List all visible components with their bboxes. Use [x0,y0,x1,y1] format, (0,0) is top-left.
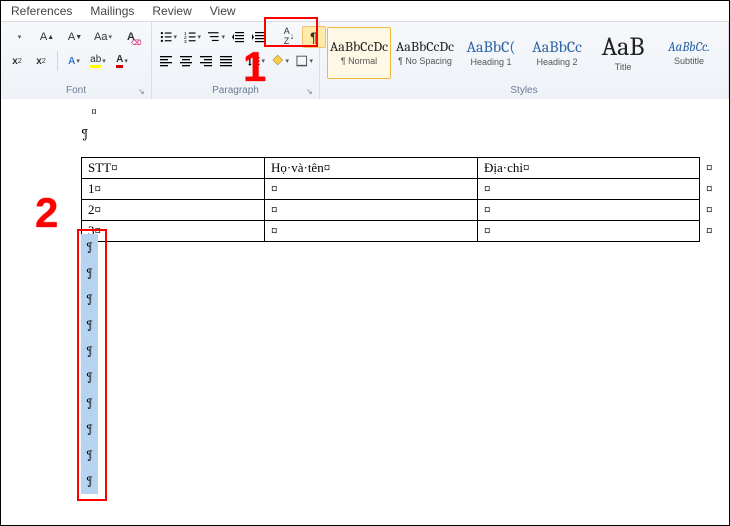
table-cell[interactable]: 1¤ [82,179,265,200]
tab-review[interactable]: Review [152,4,191,18]
font-size-dropdown[interactable] [7,26,31,48]
table-cell[interactable]: ¤ [478,221,700,242]
borders-button[interactable] [294,51,314,71]
font-dialog-launcher[interactable]: ↘ [138,87,148,97]
style-preview: AaBbCc [532,39,582,55]
table-header-cell[interactable]: Họ·và·tên¤ [265,158,478,179]
align-center-button[interactable] [178,51,194,71]
font-color-button[interactable]: A [112,51,132,71]
table-cell[interactable]: ¤ [478,200,700,221]
styles-gallery[interactable]: AaBbCcDc¶ NormalAaBbCcDc¶ No SpacingAaBb… [326,26,722,80]
pilcrow-mark: ¶ [81,127,89,142]
style-name-label: ¶ Normal [341,56,377,66]
table-cell[interactable]: ¤ [265,200,478,221]
highlight-color-button[interactable]: ab [88,51,108,71]
change-case-button[interactable]: Aa [91,26,115,48]
selected-pilcrow-mark[interactable]: ¶ [81,286,98,312]
text-effects-button[interactable]: A [64,51,84,71]
paragraph-dialog-launcher[interactable]: ↘ [306,87,316,97]
row-end-mark: ¤ [700,179,721,200]
callout-1: 1 [243,43,266,91]
style-name-label: Title [615,62,632,72]
formatting-mark: ¤ [91,105,97,118]
sort-button[interactable]: AZ↓ [278,26,300,46]
divider [57,51,58,71]
style-preview: AaBbCcDc [330,40,388,54]
style-name-label: ¶ No Spacing [398,56,452,66]
table-row[interactable]: 2¤¤¤¤ [82,200,721,221]
shrink-font-button[interactable]: A▼ [63,26,87,48]
table-row[interactable]: 1¤¤¤¤ [82,179,721,200]
table-header-cell[interactable]: STT¤ [82,158,265,179]
style-preview: AaBbCcDc [396,40,454,54]
selection-pilcrow-column[interactable]: ¶¶¶¶¶¶¶¶¶¶ [81,234,98,494]
selected-pilcrow-mark[interactable]: ¶ [81,364,98,390]
style-tile-heading-1[interactable]: AaBbC( Heading 1 [459,27,523,79]
row-end-mark: ¤ [700,158,721,179]
table-cell[interactable]: ¤ [265,179,478,200]
align-right-button[interactable] [198,51,214,71]
numbering-button[interactable]: 123 [182,27,202,47]
table-row[interactable]: 3¤¤¤¤ [82,221,721,242]
table-cell[interactable]: ¤ [265,221,478,242]
selected-pilcrow-mark[interactable]: ¶ [81,468,98,494]
style-name-label: Subtitle [674,56,704,66]
multilevel-list-button[interactable] [206,27,226,47]
styles-group-label: Styles [326,85,722,98]
selected-pilcrow-mark[interactable]: ¶ [81,338,98,364]
style-tile--normal[interactable]: AaBbCcDc ¶ Normal [327,27,391,79]
bullets-button[interactable] [158,27,178,47]
style-tile--no-spacing[interactable]: AaBbCcDc ¶ No Spacing [393,27,457,79]
selected-pilcrow-mark[interactable]: ¶ [81,442,98,468]
align-left-button[interactable] [158,51,174,71]
tab-references[interactable]: References [11,4,72,18]
style-name-label: Heading 2 [536,57,577,67]
svg-text:3: 3 [184,39,187,44]
table-cell[interactable]: 3¤ [82,221,265,242]
selected-pilcrow-mark[interactable]: ¶ [81,390,98,416]
selected-pilcrow-mark[interactable]: ¶ [81,234,98,260]
callout-2: 2 [35,189,58,237]
justify-button[interactable] [218,51,234,71]
superscript-button[interactable]: x2 [31,51,51,71]
style-preview: AaBbCc. [668,41,710,54]
style-tile-subtitle[interactable]: AaBbCc. Subtitle [657,27,721,79]
shading-button[interactable] [270,51,290,71]
row-end-mark: ¤ [700,200,721,221]
selected-pilcrow-mark[interactable]: ¶ [81,260,98,286]
document-table[interactable]: STT¤Họ·và·tên¤Địa·chỉ¤¤1¤¤¤¤2¤¤¤¤3¤¤¤¤ [81,157,721,242]
tab-view[interactable]: View [210,4,236,18]
style-name-label: Heading 1 [470,57,511,67]
paragraph-group-label: Paragraph [158,85,313,98]
row-end-mark: ¤ [700,221,721,242]
font-group-label: Font [7,85,145,98]
table-row[interactable]: STT¤Họ·và·tên¤Địa·chỉ¤¤ [82,158,721,179]
table-cell[interactable]: ¤ [478,179,700,200]
style-preview: AaBbC( [466,39,515,55]
selected-pilcrow-mark[interactable]: ¶ [81,416,98,442]
grow-font-button[interactable]: A▲ [35,26,59,48]
selected-pilcrow-mark[interactable]: ¶ [81,312,98,338]
table-cell[interactable]: 2¤ [82,200,265,221]
table-header-cell[interactable]: Địa·chỉ¤ [478,158,700,179]
style-tile-title[interactable]: AaB Title [591,27,655,79]
tab-mailings[interactable]: Mailings [90,4,134,18]
clear-formatting-button[interactable]: A⌫ [119,26,143,48]
subscript-button[interactable]: x2 [7,51,27,71]
style-tile-heading-2[interactable]: AaBbCc Heading 2 [525,27,589,79]
style-preview: AaB [602,34,645,60]
